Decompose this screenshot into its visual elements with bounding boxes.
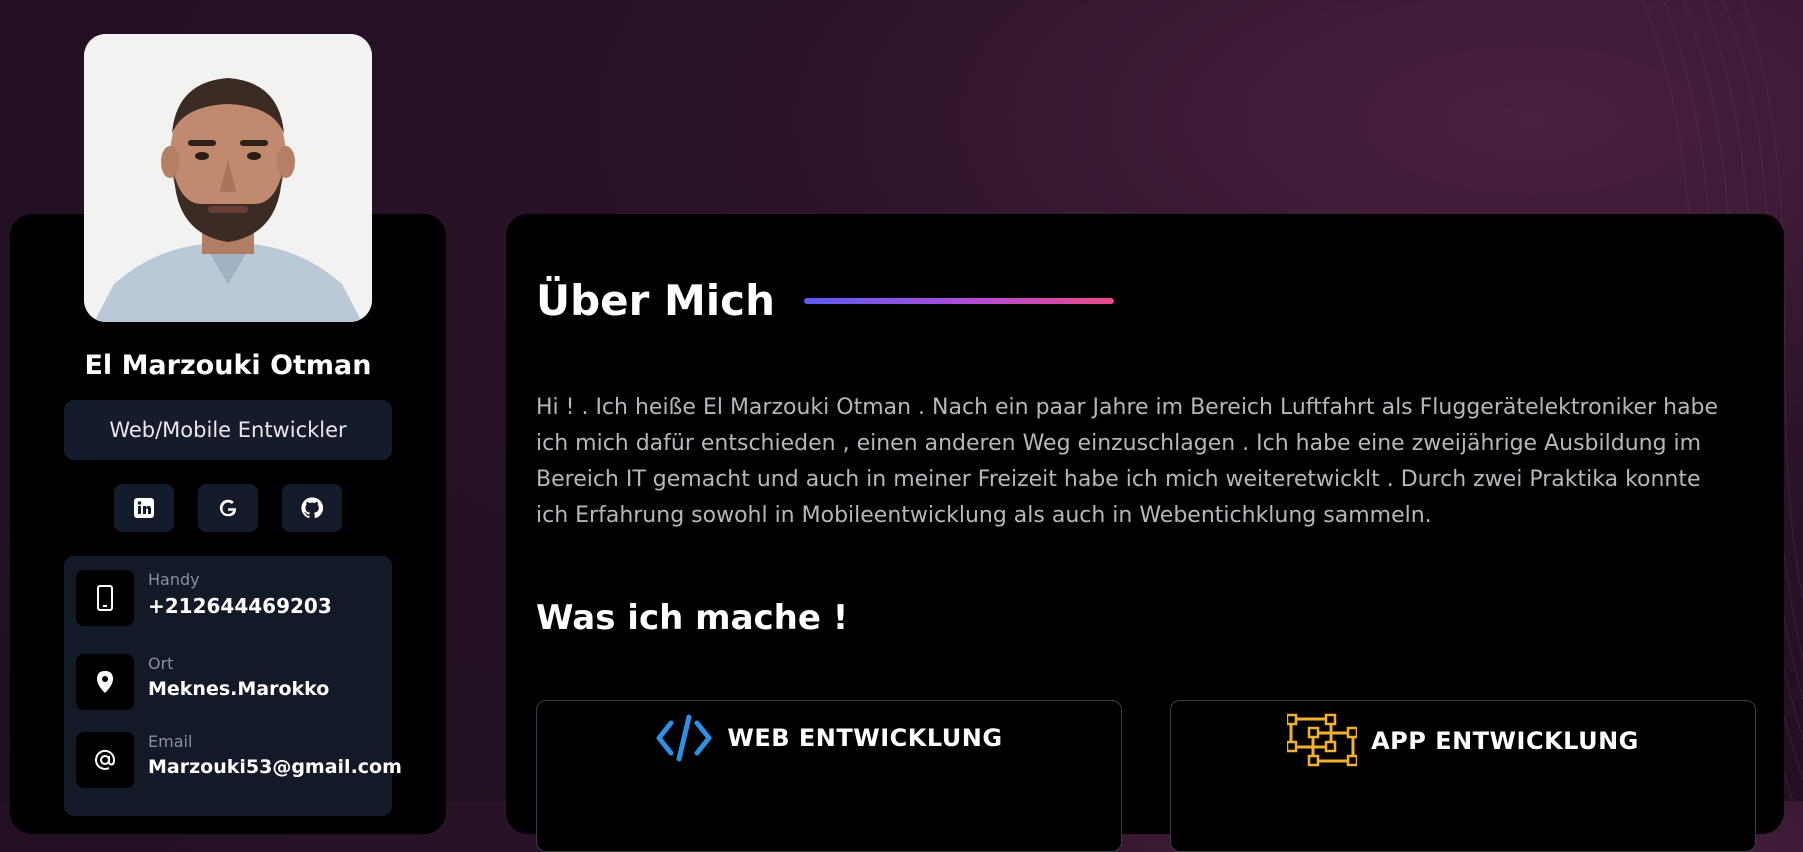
- contact-location: Ort Meknes.Marokko: [76, 654, 386, 710]
- nodes-icon: [1287, 713, 1358, 767]
- title-accent-line: [804, 298, 1114, 304]
- profile-role-badge: Web/Mobile Entwickler: [64, 400, 392, 460]
- about-panel: Über Mich Hi ! . Ich heiße El Marzouki O…: [506, 214, 1784, 852]
- github-button[interactable]: [282, 484, 342, 532]
- contact-email-value[interactable]: Marzouki53@gmail.com: [148, 756, 402, 778]
- profile-name: El Marzouki Otman: [84, 350, 372, 381]
- services-title: Was ich mache !: [536, 598, 849, 638]
- social-links: [114, 484, 342, 532]
- contact-email-icon-box: [76, 732, 134, 788]
- contact-location-icon-box: [76, 654, 134, 710]
- linkedin-button[interactable]: [114, 484, 174, 532]
- service-card-app-title: APP ENTWICKLUNG: [1371, 727, 1639, 755]
- contact-list: Handy +212644469203 Ort Meknes.Marokko E…: [64, 556, 402, 816]
- code-icon: [656, 714, 712, 762]
- phone-icon: [97, 585, 113, 611]
- contact-email: Email Marzouki53@gmail.com: [76, 732, 402, 788]
- contact-phone-icon-box: [76, 570, 134, 626]
- service-card-app: APP ENTWICKLUNG: [1170, 700, 1756, 852]
- profile-photo: [84, 34, 372, 322]
- github-icon: [301, 497, 324, 519]
- about-title: Über Mich: [536, 276, 775, 325]
- service-card-web: WEB ENTWICKLUNG: [536, 700, 1122, 852]
- service-card-web-title: WEB ENTWICKLUNG: [727, 724, 1003, 752]
- google-icon: [219, 499, 237, 517]
- contact-phone-label: Handy: [148, 570, 200, 589]
- at-sign-icon: [95, 749, 116, 770]
- linkedin-icon: [134, 498, 154, 518]
- about-text: Hi ! . Ich heiße El Marzouki Otman . Nac…: [536, 395, 1719, 528]
- contact-location-label: Ort: [148, 654, 174, 673]
- contact-location-value: Meknes.Marokko: [148, 678, 330, 700]
- google-button[interactable]: [198, 484, 258, 532]
- contact-phone: Handy +212644469203: [76, 570, 386, 626]
- contact-email-label: Email: [148, 732, 193, 751]
- contact-phone-value[interactable]: +212644469203: [148, 594, 332, 618]
- location-pin-icon: [97, 671, 113, 693]
